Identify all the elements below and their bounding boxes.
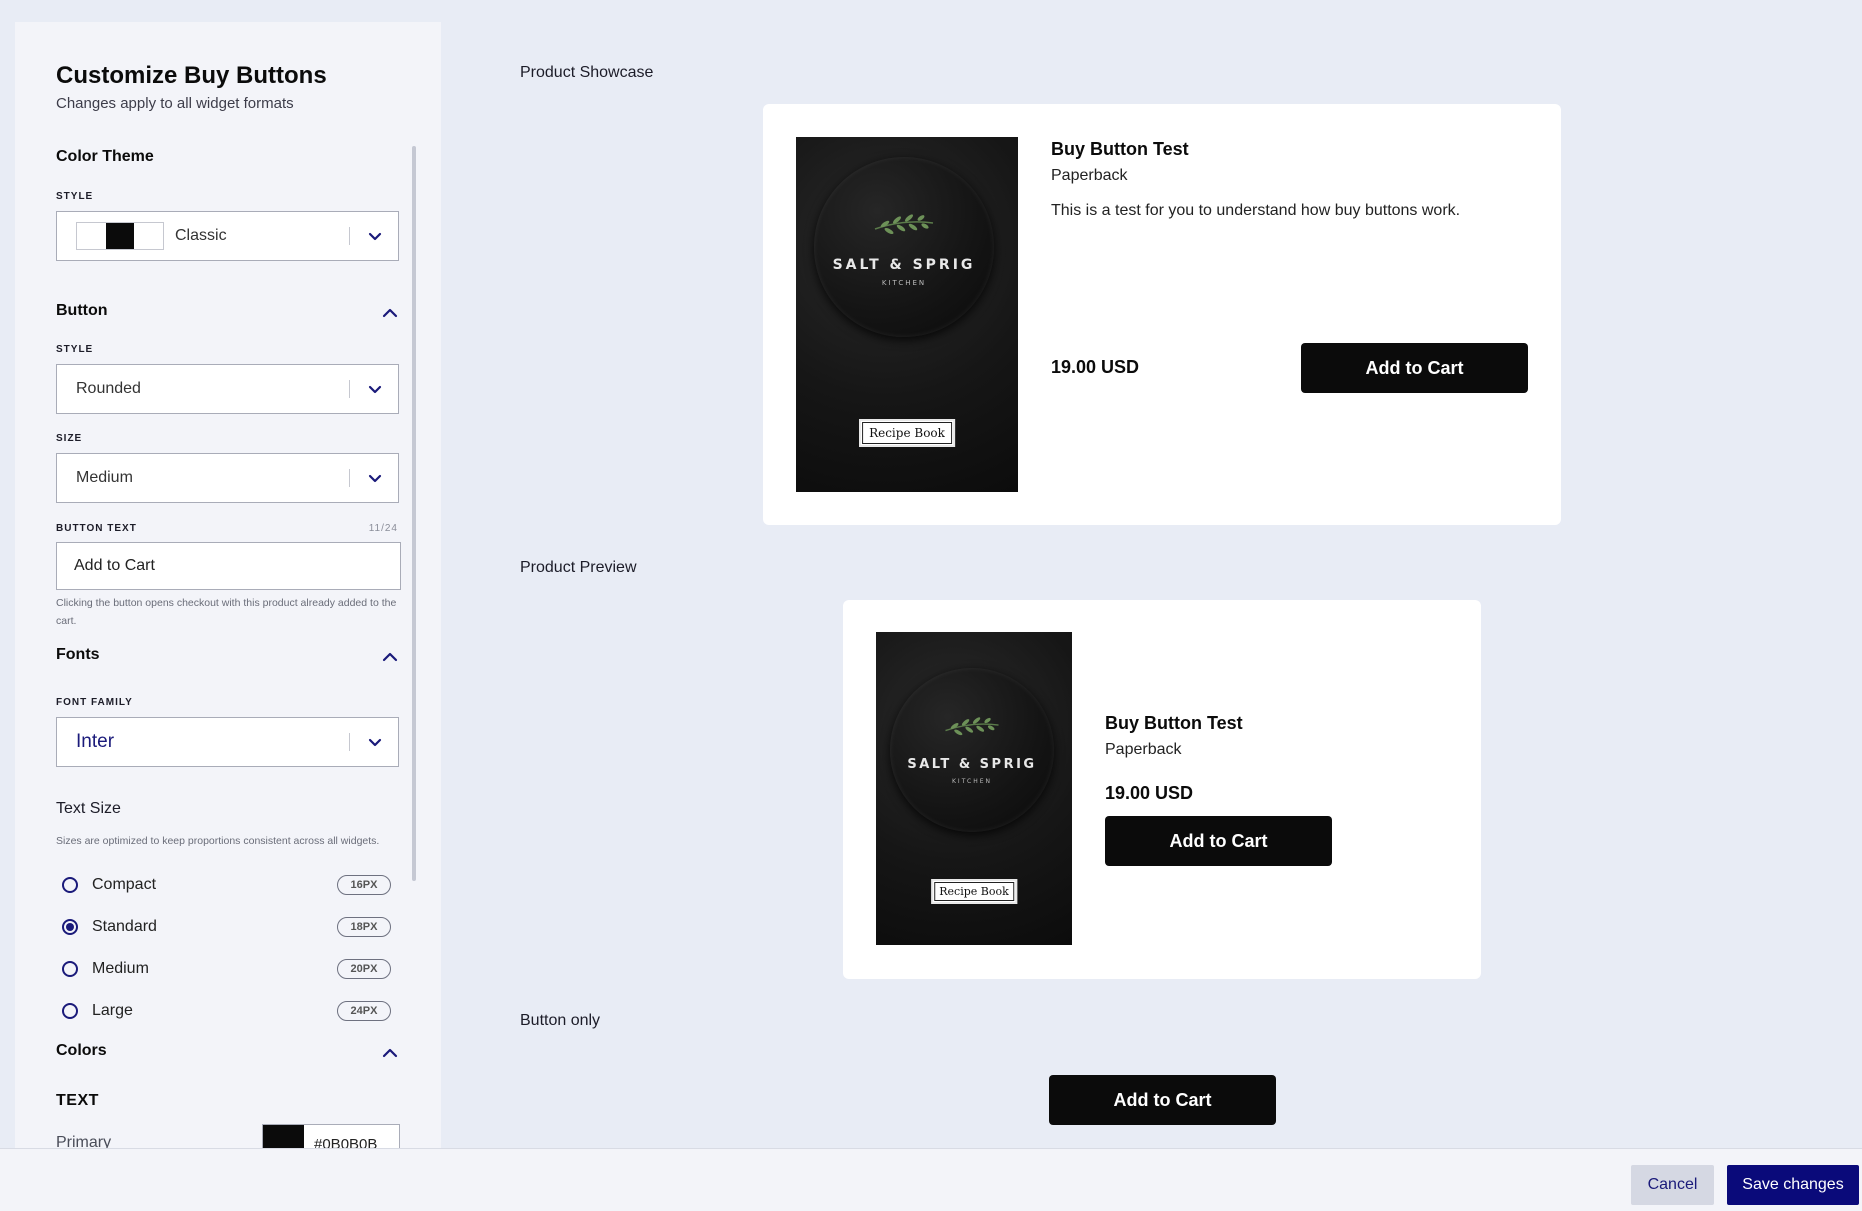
size-badge: 18PX bbox=[337, 917, 391, 937]
primary-color-hex: #0B0B0B bbox=[314, 1136, 378, 1148]
product-price: 19.00 USD bbox=[1051, 357, 1140, 377]
recipe-book-tag: Recipe Book bbox=[931, 879, 1017, 904]
product-description: This is a test for you to understand how… bbox=[1051, 202, 1461, 219]
leaf-icon bbox=[945, 717, 999, 736]
primary-color-input[interactable]: #0B0B0B bbox=[262, 1124, 400, 1148]
chevron-down-icon bbox=[368, 474, 382, 483]
text-size-subtitle: Sizes are optimized to keep proportions … bbox=[56, 835, 380, 847]
font-family-select[interactable]: Inter bbox=[56, 717, 399, 767]
button-size-value: Medium bbox=[76, 469, 133, 486]
button-text-value: Add to Cart bbox=[74, 557, 155, 574]
product-price: 19.00 USD bbox=[1105, 783, 1194, 803]
swatch-white bbox=[77, 223, 106, 249]
theme-swatches bbox=[76, 222, 164, 250]
chevron-down-icon bbox=[368, 232, 382, 241]
text-size-title: Text Size bbox=[56, 800, 121, 817]
colors-text-label: TEXT bbox=[56, 1092, 99, 1109]
chevron-up-icon[interactable] bbox=[379, 302, 401, 324]
product-preview-card: SALT & SPRIG KITCHEN Recipe Book Buy But… bbox=[843, 600, 1481, 979]
text-size-option-compact[interactable]: Compact 16PX bbox=[62, 870, 407, 900]
button-size-label: SIZE bbox=[56, 433, 83, 444]
section-button-title: Button bbox=[56, 302, 108, 319]
button-text-label: BUTTON TEXT bbox=[56, 523, 137, 534]
radio-button[interactable] bbox=[62, 877, 78, 893]
radio-button[interactable] bbox=[62, 961, 78, 977]
book-brand: SALT & SPRIG bbox=[907, 757, 1037, 772]
size-badge: 16PX bbox=[337, 875, 391, 895]
swatch-black bbox=[105, 223, 135, 249]
save-changes-button[interactable]: Save changes bbox=[1727, 1165, 1859, 1205]
section-fonts-title: Fonts bbox=[56, 646, 100, 663]
button-style-label: STYLE bbox=[56, 344, 94, 355]
select-divider bbox=[349, 227, 350, 245]
chevron-down-icon bbox=[368, 385, 382, 394]
product-preview-label: Product Preview bbox=[520, 559, 637, 576]
sidebar-title: Customize Buy Buttons bbox=[56, 62, 327, 89]
button-style-select[interactable]: Rounded bbox=[56, 364, 399, 414]
book-brand: SALT & SPRIG bbox=[832, 257, 976, 273]
select-divider bbox=[349, 380, 350, 398]
text-size-option-label: Standard bbox=[92, 918, 157, 935]
text-size-option-standard[interactable]: Standard 18PX bbox=[62, 912, 407, 942]
chevron-up-icon[interactable] bbox=[379, 646, 401, 668]
plate-graphic: SALT & SPRIG KITCHEN bbox=[814, 157, 994, 337]
chevron-up-icon[interactable] bbox=[379, 1042, 401, 1064]
book-brand-sub: KITCHEN bbox=[881, 279, 927, 287]
font-family-value: Inter bbox=[76, 731, 115, 752]
button-text-counter: 11/24 bbox=[368, 523, 398, 534]
cancel-button[interactable]: Cancel bbox=[1631, 1165, 1714, 1205]
theme-style-value: Classic bbox=[175, 227, 227, 244]
section-color-theme-title: Color Theme bbox=[56, 148, 154, 165]
size-badge: 24PX bbox=[337, 1001, 391, 1021]
text-size-option-medium[interactable]: Medium 20PX bbox=[62, 954, 407, 984]
select-divider bbox=[349, 469, 350, 487]
button-text-input[interactable]: Add to Cart bbox=[56, 542, 401, 590]
add-to-cart-button[interactable]: Add to Cart bbox=[1301, 343, 1528, 393]
radio-button-selected[interactable] bbox=[62, 919, 78, 935]
footer-bar: Cancel Save changes bbox=[0, 1148, 1862, 1211]
text-size-option-large[interactable]: Large 24PX bbox=[62, 996, 407, 1026]
swatch-white-2 bbox=[134, 223, 164, 249]
sidebar-subtitle: Changes apply to all widget formats bbox=[56, 95, 294, 112]
add-to-cart-button[interactable]: Add to Cart bbox=[1105, 816, 1332, 866]
customize-sidebar: Customize Buy Buttons Changes apply to a… bbox=[15, 22, 441, 1148]
select-divider bbox=[349, 733, 350, 751]
sidebar-scrollbar[interactable] bbox=[412, 146, 416, 881]
plate-graphic: SALT & SPRIG KITCHEN bbox=[890, 668, 1054, 832]
button-text-helper: Clicking the button opens checkout with … bbox=[56, 597, 397, 627]
chevron-down-icon bbox=[368, 738, 382, 747]
button-only-label: Button only bbox=[520, 1012, 601, 1029]
button-size-select[interactable]: Medium bbox=[56, 453, 399, 503]
primary-color-label: Primary bbox=[56, 1134, 112, 1148]
product-title: Buy Button Test bbox=[1105, 713, 1243, 733]
text-size-option-label: Large bbox=[92, 1002, 133, 1019]
product-showcase-label: Product Showcase bbox=[520, 64, 654, 81]
add-to-cart-button[interactable]: Add to Cart bbox=[1049, 1075, 1276, 1125]
theme-style-select[interactable]: Classic bbox=[56, 211, 399, 261]
product-title: Buy Button Test bbox=[1051, 139, 1189, 159]
font-family-label: FONT FAMILY bbox=[56, 697, 133, 708]
size-badge: 20PX bbox=[337, 959, 391, 979]
theme-style-label: STYLE bbox=[56, 191, 94, 202]
product-image: SALT & SPRIG KITCHEN Recipe Book bbox=[876, 632, 1072, 945]
recipe-book-tag: Recipe Book bbox=[859, 419, 955, 447]
product-showcase-card: SALT & SPRIG KITCHEN Recipe Book Buy But… bbox=[763, 104, 1561, 525]
leaf-icon bbox=[874, 214, 934, 235]
section-colors-title: Colors bbox=[56, 1042, 107, 1059]
book-brand-sub: KITCHEN bbox=[952, 778, 992, 785]
button-style-value: Rounded bbox=[76, 380, 141, 397]
text-size-option-label: Compact bbox=[92, 876, 157, 893]
product-image: SALT & SPRIG KITCHEN Recipe Book bbox=[796, 137, 1018, 492]
text-size-option-label: Medium bbox=[92, 960, 149, 977]
radio-button[interactable] bbox=[62, 1003, 78, 1019]
primary-color-swatch[interactable] bbox=[263, 1125, 304, 1148]
product-type: Paperback bbox=[1105, 741, 1182, 758]
product-type: Paperback bbox=[1051, 167, 1128, 184]
